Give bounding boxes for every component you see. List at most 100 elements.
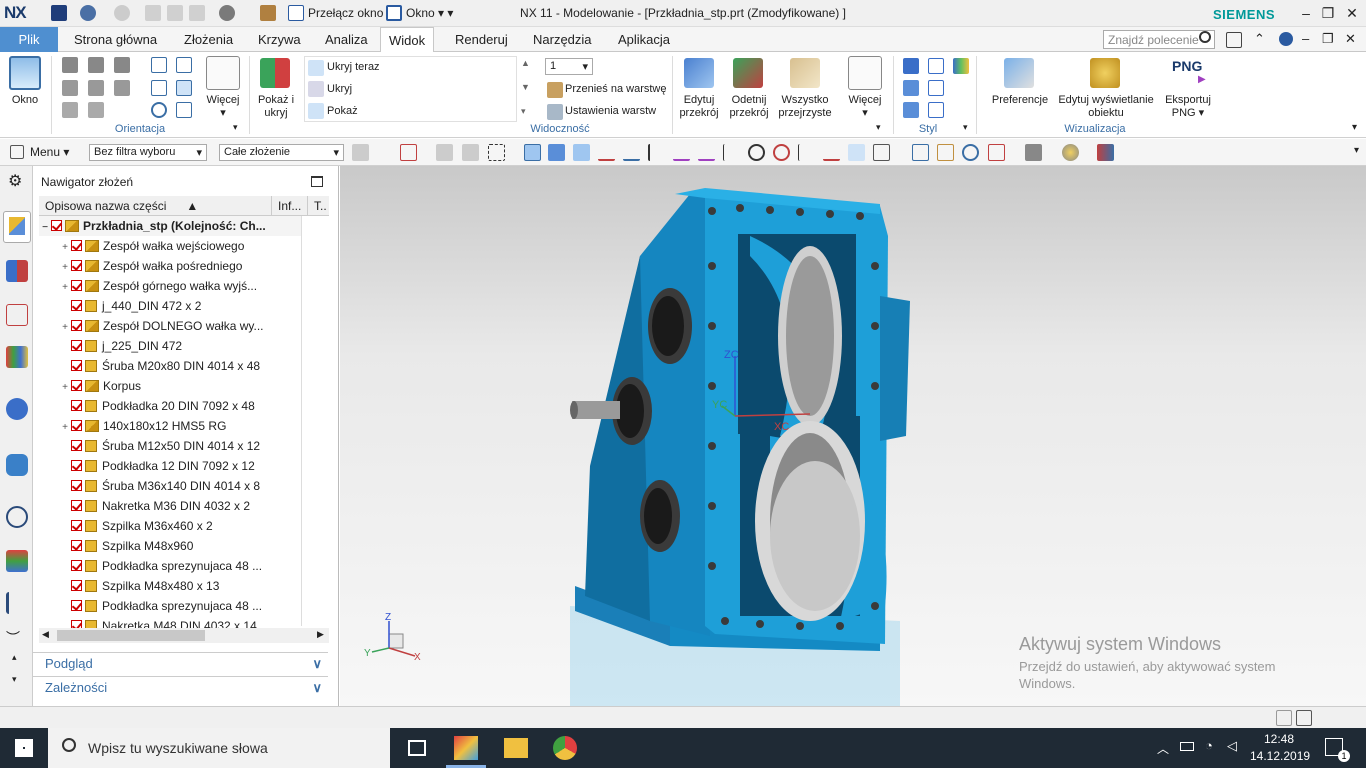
full-screen-icon[interactable] xyxy=(1296,710,1312,726)
checkbox-icon[interactable] xyxy=(71,400,82,411)
close-button[interactable]: ✕ xyxy=(1342,4,1362,22)
column-t-header[interactable]: T.. xyxy=(307,196,329,216)
horizontal-scrollbar[interactable]: ◀ ▶ xyxy=(39,628,329,643)
tree-row[interactable]: Śruba M20x80 DIN 4014 x 48 xyxy=(39,356,301,376)
tree-root[interactable]: − Przkładnia_stp (Kolejność: Ch... xyxy=(39,216,301,236)
snap-bounded-icon[interactable] xyxy=(848,144,865,161)
switch-window-icon[interactable] xyxy=(288,5,304,21)
close-doc-icon[interactable]: ✕ xyxy=(1345,31,1356,47)
preferences-button[interactable]: Preferencje xyxy=(988,94,1052,107)
more-display-icon[interactable] xyxy=(848,56,882,90)
all-transparent-icon[interactable] xyxy=(790,58,820,88)
edit-section-toolbar-icon[interactable] xyxy=(1097,144,1114,161)
tree-row[interactable]: Szpilka M48x960 xyxy=(39,536,301,556)
fit-icon[interactable] xyxy=(151,57,167,73)
web-browser-icon[interactable] xyxy=(6,454,28,476)
clock-time[interactable]: 12:48 xyxy=(1254,732,1304,746)
tree-row[interactable]: Podkładka sprezynujaca 48 ... xyxy=(39,556,301,576)
hidden-lines-icon[interactable] xyxy=(928,102,944,118)
collapse-ribbon-icon[interactable]: ⌃ xyxy=(1254,31,1265,47)
back-view-icon[interactable] xyxy=(88,102,104,118)
tray-expand-icon[interactable]: ︿ xyxy=(1157,740,1169,757)
checkbox-icon[interactable] xyxy=(71,420,82,431)
show-hide-button[interactable]: Pokaż i ukryj xyxy=(254,94,298,120)
studio-icon[interactable] xyxy=(903,102,919,118)
part-navigator-icon[interactable] xyxy=(6,304,28,326)
tree-row[interactable]: Podkładka 12 DIN 7092 x 12 xyxy=(39,456,301,476)
checkbox-icon[interactable] xyxy=(71,280,82,291)
right-view-icon[interactable] xyxy=(114,80,130,96)
tab-curve[interactable]: Krzywa xyxy=(250,27,309,52)
hide-button[interactable]: Ukryj xyxy=(327,83,352,95)
snap-pole-icon[interactable] xyxy=(873,144,890,161)
tab-render[interactable]: Renderuj xyxy=(447,27,516,52)
checkbox-icon[interactable] xyxy=(71,580,82,591)
assembly-navigator-tab[interactable] xyxy=(3,211,31,243)
checkbox-icon[interactable] xyxy=(71,260,82,271)
hd3d-tools-icon[interactable] xyxy=(6,398,28,420)
window-button[interactable]: Okno xyxy=(2,94,48,107)
select-rectangle-icon[interactable] xyxy=(488,144,505,161)
cut-icon[interactable] xyxy=(145,5,161,21)
redo-icon[interactable] xyxy=(114,5,130,21)
checkbox-icon[interactable] xyxy=(71,300,82,311)
select-feature-icon[interactable] xyxy=(400,144,417,161)
checkbox-icon[interactable] xyxy=(71,460,82,471)
resource-bar-icon[interactable] xyxy=(1226,32,1242,48)
ribbon-options-icon[interactable]: ▾ xyxy=(1352,122,1357,133)
undo-icon[interactable] xyxy=(80,5,96,21)
tab-home[interactable]: Strona główna xyxy=(66,27,165,52)
minimize-button[interactable]: – xyxy=(1296,4,1316,22)
dependencies-panel[interactable]: Zależności ∨ xyxy=(33,676,328,698)
nx-taskbar-icon[interactable] xyxy=(454,736,478,760)
left-view-icon[interactable] xyxy=(88,80,104,96)
command-search-input[interactable]: Znajdź polecenie xyxy=(1103,30,1215,49)
rotate-icon[interactable] xyxy=(151,102,167,118)
tree-row[interactable]: Szpilka M48x480 x 13 xyxy=(39,576,301,596)
general-selection-icon[interactable] xyxy=(352,144,369,161)
gallery-expand-icon[interactable]: ▾ xyxy=(521,106,526,117)
shaded-icon[interactable] xyxy=(928,58,944,74)
checkbox-icon[interactable] xyxy=(51,220,62,231)
tree-row[interactable]: Śruba M12x50 DIN 4014 x 12 xyxy=(39,436,301,456)
gallery-scroll-down-icon[interactable]: ▼ xyxy=(521,82,530,92)
snap-midpoint-icon[interactable] xyxy=(623,144,640,161)
orient-icon[interactable] xyxy=(988,144,1005,161)
checkbox-icon[interactable] xyxy=(71,480,82,491)
tab-analysis[interactable]: Analiza xyxy=(317,27,376,52)
work-layer-select[interactable]: 1 ▾ xyxy=(545,58,593,75)
checkbox-icon[interactable] xyxy=(71,360,82,371)
snap-body-icon[interactable] xyxy=(548,144,565,161)
tree-row[interactable]: Podkładka sprezynujaca 48 ... xyxy=(39,596,301,616)
process-studio-icon[interactable] xyxy=(6,592,28,614)
constraint-navigator-icon[interactable] xyxy=(6,260,28,282)
taskbar-search-input[interactable]: Wpisz tu wyszukiwane słowa xyxy=(48,728,390,768)
tree-row[interactable]: + Zespół wałka pośredniego xyxy=(39,256,301,276)
partially-shaded-icon[interactable] xyxy=(903,80,919,96)
status-icon-1[interactable] xyxy=(1276,710,1292,726)
snap-tangent-icon[interactable] xyxy=(698,144,715,161)
paste-icon[interactable] xyxy=(189,5,205,21)
more-button[interactable]: Więcej ▾ xyxy=(200,94,246,120)
tree-row[interactable]: Nakretka M36 DIN 4032 x 2 xyxy=(39,496,301,516)
repeat-command-icon[interactable] xyxy=(260,5,276,21)
expand-icon[interactable]: + xyxy=(59,418,71,436)
fit-view-icon[interactable] xyxy=(912,144,929,161)
scroll-left-icon[interactable]: ◀ xyxy=(42,629,49,640)
background-icon[interactable] xyxy=(1062,144,1079,161)
tree-row[interactable]: + Zespół wałka wejściowego xyxy=(39,236,301,256)
hide-now-button[interactable]: Ukryj teraz xyxy=(327,61,380,73)
restore-doc-icon[interactable]: ❐ xyxy=(1322,31,1334,47)
roles-icon[interactable]: ︶ xyxy=(6,628,20,648)
tree-row[interactable]: +140x180x12 HMS5 RG xyxy=(39,416,301,436)
chrome-icon[interactable] xyxy=(553,736,577,760)
zoom-icon[interactable] xyxy=(176,57,192,73)
clip-section-button[interactable]: Odetnij przekrój xyxy=(724,94,774,120)
menu-icon[interactable] xyxy=(10,145,24,159)
tab-tools[interactable]: Narzędzia xyxy=(525,27,600,52)
hide-now-icon[interactable] xyxy=(308,60,324,76)
file-explorer-icon[interactable] xyxy=(504,738,528,758)
window-icon[interactable] xyxy=(386,5,402,21)
switch-window-button[interactable]: Przełącz okno xyxy=(308,6,383,20)
orientation-dropdown-icon[interactable]: ▾ xyxy=(233,122,238,133)
